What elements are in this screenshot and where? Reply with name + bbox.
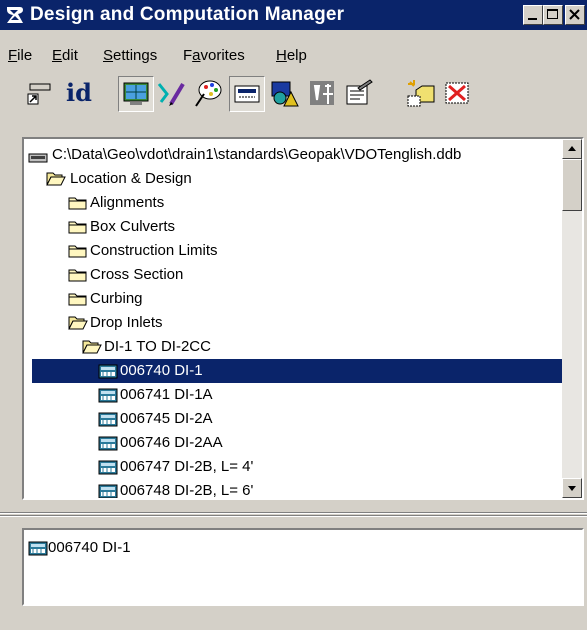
item-icon	[98, 460, 118, 475]
scroll-down-icon	[568, 486, 576, 491]
palette-button[interactable]	[192, 76, 228, 112]
tree-item-006746[interactable]: 006746 DI-2AA	[98, 431, 562, 455]
detail-item-label: 006740 DI-1	[48, 539, 131, 556]
delete-button[interactable]	[440, 76, 476, 112]
main-window: Design and Computation Manager File Edit…	[0, 0, 587, 630]
tree-item-cross-section[interactable]: Cross Section	[68, 263, 562, 287]
tree-item-di1-to-di2cc[interactable]: DI-1 TO DI-2CC	[82, 335, 562, 359]
minimize-button[interactable]	[523, 5, 543, 25]
draw-icon	[157, 82, 185, 106]
tree-item-curbing[interactable]: Curbing	[68, 287, 562, 311]
display-icon	[123, 82, 149, 105]
tree-item-006748[interactable]: 006748 DI-2B, L= 6'	[98, 479, 562, 498]
tree-item-006747[interactable]: 006747 DI-2B, L= 4'	[98, 455, 562, 479]
place-cell-button[interactable]	[24, 76, 60, 112]
database-drive-icon	[28, 153, 48, 163]
pane-splitter[interactable]	[0, 510, 587, 518]
detail-pane[interactable]: 006740 DI-1	[22, 528, 584, 606]
item-icon	[98, 412, 118, 427]
item-icon	[98, 436, 118, 451]
scroll-up-icon	[568, 146, 576, 151]
palette-icon	[195, 80, 222, 107]
tree-root[interactable]: C:\Data\Geo\vdot\drain1\standards\Geopak…	[26, 143, 562, 167]
draw-button[interactable]	[155, 76, 191, 112]
folder-closed-icon	[68, 221, 87, 234]
folder-closed-icon	[68, 197, 87, 210]
scroll-thumb[interactable]	[562, 159, 582, 211]
tree-item-construction-limits[interactable]: Construction Limits	[68, 239, 562, 263]
close-button[interactable]	[565, 5, 585, 25]
place-cell-icon	[27, 83, 51, 105]
computation-icon	[310, 81, 334, 105]
folder-closed-icon	[68, 293, 87, 306]
scroll-up-button[interactable]	[562, 139, 582, 159]
new-item-button[interactable]	[404, 76, 440, 112]
design-computation-app-icon	[7, 7, 23, 23]
properties-button[interactable]	[342, 76, 378, 112]
tree-item-006740[interactable]: 006740 DI-1	[32, 359, 562, 383]
minimize-icon	[528, 18, 537, 20]
window-title: Design and Computation Manager	[30, 4, 345, 25]
shapes-button[interactable]	[268, 76, 304, 112]
scroll-down-button[interactable]	[562, 478, 582, 498]
folder-closed-icon	[68, 245, 87, 258]
tree-item-box-culverts[interactable]: Box Culverts	[68, 215, 562, 239]
display-button[interactable]	[118, 76, 154, 112]
properties-icon	[346, 79, 373, 105]
tree-root-label: C:\Data\Geo\vdot\drain1\standards\Geopak…	[52, 146, 462, 163]
folder-open-icon	[68, 316, 88, 330]
keyin-button[interactable]	[229, 76, 265, 112]
maximize-icon	[547, 9, 558, 19]
tree-item-alignments[interactable]: Alignments	[68, 191, 562, 215]
menu-file[interactable]: File	[8, 44, 32, 68]
item-icon	[98, 364, 118, 379]
tree-item-006741[interactable]: 006741 DI-1A	[98, 383, 562, 407]
tree-item-drop-inlets[interactable]: Drop Inlets	[68, 311, 562, 335]
item-icon	[98, 484, 118, 498]
folder-closed-icon	[68, 269, 87, 282]
title-bar[interactable]: Design and Computation Manager	[0, 0, 587, 30]
tree-item-006745[interactable]: 006745 DI-2A	[98, 407, 562, 431]
folder-open-icon	[82, 340, 102, 354]
computation-button[interactable]	[305, 76, 341, 112]
close-icon	[569, 9, 580, 20]
item-icon	[28, 541, 48, 556]
shapes-icon	[271, 81, 299, 107]
menu-settings[interactable]: Settings	[103, 44, 157, 68]
folder-open-icon	[46, 172, 66, 186]
delete-icon	[445, 82, 469, 104]
identify-button[interactable]: id	[62, 76, 98, 112]
menu-help[interactable]: Help	[276, 44, 307, 68]
tree-item-location-design[interactable]: Location & Design	[46, 167, 562, 191]
menu-edit[interactable]: Edit	[52, 44, 78, 68]
maximize-button[interactable]	[543, 5, 563, 25]
new-item-icon	[407, 80, 435, 107]
identify-icon: id	[66, 78, 92, 107]
tree-vertical-scrollbar[interactable]	[562, 139, 582, 498]
database-tree[interactable]: C:\Data\Geo\vdot\drain1\standards\Geopak…	[22, 137, 584, 500]
keyin-icon	[234, 85, 260, 103]
item-icon	[98, 388, 118, 403]
menu-favorites[interactable]: Favorites	[183, 44, 245, 68]
